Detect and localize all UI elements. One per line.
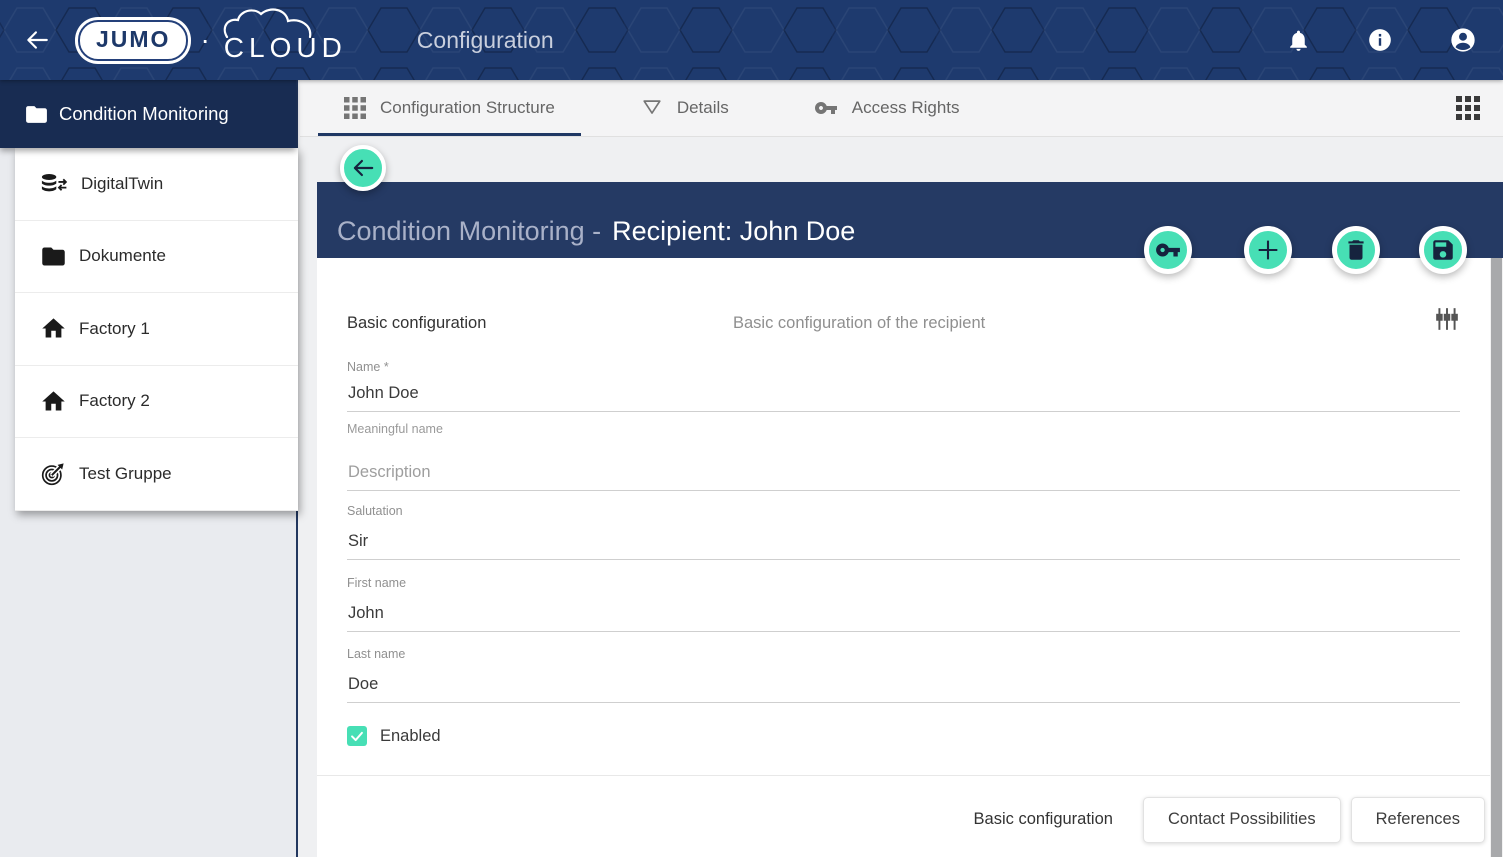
home-icon xyxy=(40,388,67,415)
sidebar-item-condition-monitoring[interactable]: Condition Monitoring xyxy=(0,80,296,148)
access-rights-fab-button[interactable] xyxy=(1144,226,1192,274)
key-icon xyxy=(1155,237,1181,263)
current-section-label: Basic configuration xyxy=(974,810,1113,829)
account-icon[interactable] xyxy=(1449,26,1477,54)
section-subtitle: Basic configuration of the recipient xyxy=(733,314,985,333)
page-title: Configuration xyxy=(417,27,554,54)
arrow-left-icon xyxy=(350,155,376,181)
brand-separator: · xyxy=(200,26,209,54)
key-icon xyxy=(814,96,838,120)
salutation-input[interactable] xyxy=(347,530,1460,560)
main-content: Configuration Structure Details Access R… xyxy=(300,80,1503,857)
digital-twin-icon xyxy=(40,172,69,196)
home-icon xyxy=(40,315,67,342)
sidebar-item-label: Test Gruppe xyxy=(79,464,172,484)
add-fab-button[interactable] xyxy=(1244,226,1292,274)
last-name-input[interactable] xyxy=(347,673,1460,703)
sidebar-item-factory-2[interactable]: Factory 2 xyxy=(15,366,298,439)
name-label: Name * xyxy=(347,360,389,374)
apps-grid-icon[interactable] xyxy=(1456,96,1480,120)
info-icon[interactable] xyxy=(1367,27,1393,53)
last-name-label: Last name xyxy=(347,647,405,661)
tab-bar: Configuration Structure Details Access R… xyxy=(300,80,1503,137)
sidebar-header-label: Condition Monitoring xyxy=(59,103,229,125)
tune-sliders-icon[interactable] xyxy=(1434,306,1460,332)
tab-access-rights[interactable]: Access Rights xyxy=(788,80,986,136)
form-footer: Basic configuration Contact Possibilitie… xyxy=(317,775,1490,857)
jumo-cloud-logo: JUMO · CLOUD xyxy=(78,16,347,64)
grid-icon xyxy=(344,97,366,119)
folder-icon xyxy=(24,102,49,127)
vertical-scrollbar xyxy=(1490,258,1503,857)
top-app-bar: JUMO · CLOUD Configuration xyxy=(0,0,1503,80)
tab-details[interactable]: Details xyxy=(615,80,755,136)
breadcrumb: Condition Monitoring - xyxy=(337,216,601,247)
sidebar-item-digitaltwin[interactable]: DigitalTwin xyxy=(15,148,298,221)
tab-label: Details xyxy=(677,98,729,118)
navigation-tree-sidebar: Condition Monitoring DigitalTwin Dok xyxy=(0,80,298,857)
delete-fab-button[interactable] xyxy=(1332,226,1380,274)
detail-header: Condition Monitoring - Recipient: John D… xyxy=(317,182,1503,258)
name-hint: Meaningful name xyxy=(347,422,443,436)
name-input[interactable] xyxy=(347,382,1460,412)
folder-icon xyxy=(40,243,67,270)
tab-label: Access Rights xyxy=(852,98,960,118)
sidebar-item-label: Factory 1 xyxy=(79,319,150,339)
back-fab-button[interactable] xyxy=(340,145,386,191)
tab-configuration-structure[interactable]: Configuration Structure xyxy=(318,80,581,136)
trash-icon xyxy=(1343,237,1369,263)
section-title: Basic configuration xyxy=(347,314,486,333)
description-input[interactable] xyxy=(347,461,1460,491)
back-arrow-icon[interactable] xyxy=(24,27,50,53)
funnel-icon xyxy=(641,97,663,119)
jumo-logo: JUMO xyxy=(78,20,188,61)
detail-title: Recipient: John Doe xyxy=(612,216,855,247)
tab-label: Configuration Structure xyxy=(380,98,555,118)
references-button[interactable]: References xyxy=(1351,797,1485,843)
sidebar-item-test-gruppe[interactable]: Test Gruppe xyxy=(15,438,298,511)
first-name-input[interactable] xyxy=(347,602,1460,632)
salutation-label: Salutation xyxy=(347,504,403,518)
check-icon xyxy=(348,727,366,745)
scrollbar-thumb[interactable] xyxy=(1491,258,1502,857)
sidebar-item-dokumente[interactable]: Dokumente xyxy=(15,221,298,294)
sidebar-item-label: DigitalTwin xyxy=(81,174,163,194)
cloud-icon xyxy=(220,8,320,38)
sidebar-list: DigitalTwin Dokumente Factory 1 xyxy=(15,148,298,511)
cloud-wordmark: CLOUD xyxy=(224,16,347,64)
target-icon xyxy=(40,460,67,487)
plus-icon xyxy=(1254,236,1282,264)
contact-possibilities-button[interactable]: Contact Possibilities xyxy=(1143,797,1341,843)
sidebar-item-label: Dokumente xyxy=(79,246,166,266)
recipient-form-card: Basic configuration Basic configuration … xyxy=(317,258,1490,857)
save-fab-button[interactable] xyxy=(1419,226,1467,274)
first-name-label: First name xyxy=(347,576,406,590)
save-icon xyxy=(1430,237,1456,263)
sidebar-item-factory-1[interactable]: Factory 1 xyxy=(15,293,298,366)
enabled-checkbox-row: Enabled xyxy=(347,726,441,746)
enabled-checkbox[interactable] xyxy=(347,726,367,746)
bell-icon[interactable] xyxy=(1286,28,1311,53)
sidebar-item-label: Factory 2 xyxy=(79,391,150,411)
enabled-label: Enabled xyxy=(380,727,441,746)
